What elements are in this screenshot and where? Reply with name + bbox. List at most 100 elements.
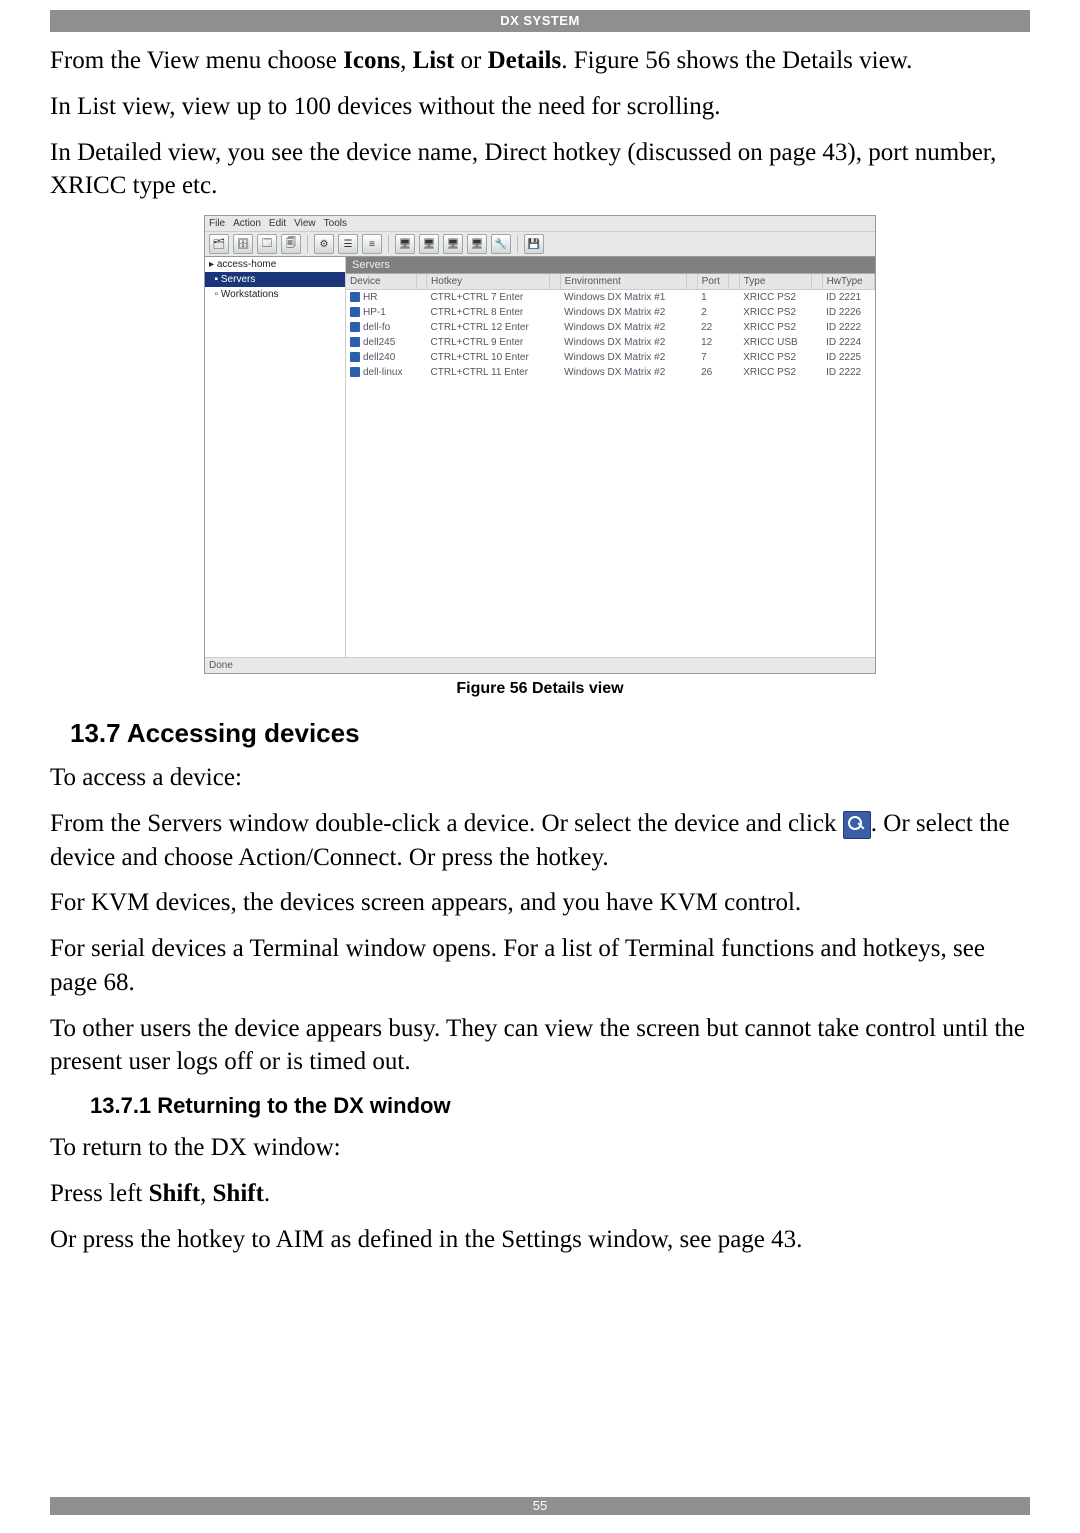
cell-device: dell240	[346, 350, 416, 365]
table-row[interactable]: dell240 CTRL+CTRL 10 Enter Windows DX Matr…	[346, 350, 875, 365]
cell-hw: ID 2222	[822, 320, 874, 335]
cell-type: XRICC PS2	[739, 290, 811, 306]
toolbar-button[interactable]: 🗐	[281, 234, 301, 254]
toolbar-button[interactable]: ⚙	[314, 234, 334, 254]
text-bold: List	[413, 47, 455, 74]
tree-node-servers[interactable]: ▪ Servers	[205, 272, 345, 287]
col-sep	[416, 274, 426, 290]
text: From the View menu choose	[50, 47, 343, 74]
device-icon	[350, 352, 360, 362]
paragraph-busy: To other users the device appears busy. …	[50, 1012, 1030, 1080]
paragraph-serial: For serial devices a Terminal window ope…	[50, 932, 1030, 1000]
toolbar-button[interactable]: 🖥	[419, 234, 439, 254]
tree-node-workstations[interactable]: ▫ Workstations	[205, 287, 345, 302]
paragraph-to-access: To access a device:	[50, 761, 1030, 795]
device-icon	[350, 367, 360, 377]
menu-item[interactable]: Edit	[269, 218, 286, 229]
cell-port: 12	[697, 335, 729, 350]
paragraph-view-menu: From the View menu choose Icons, List or…	[50, 44, 1030, 78]
cell-env: Windows DX Matrix #2	[560, 305, 687, 320]
table-row[interactable]: dell245CTRL+CTRL 9 EnterWindows DX Matri…	[346, 335, 875, 350]
cell-device: HR	[346, 290, 416, 306]
cell-type: XRICC PS2	[739, 320, 811, 335]
col-type[interactable]: Type	[739, 274, 811, 290]
cell-hotkey: CTRL+CTRL 9 Enter	[427, 335, 550, 350]
table-row[interactable]: HRCTRL+CTRL 7 EnterWindows DX Matrix #11…	[346, 290, 875, 306]
figure-screenshot: File Action Edit View Tools 🗂 🗄 🗔 🗐 ⚙ ☰ …	[204, 215, 876, 674]
devices-table: Device Hotkey Environment Port Type HwTy…	[346, 274, 875, 380]
cell-type: XRICC USB	[739, 335, 811, 350]
cell-hotkey: CTRL+CTRL 7 Enter	[427, 290, 550, 306]
table-row[interactable]: dell-foCTRL+CTRL 12 EnterWindows DX Matr…	[346, 320, 875, 335]
col-hotkey[interactable]: Hotkey	[427, 274, 550, 290]
toolbar-button[interactable]: 🗄	[233, 234, 253, 254]
cell-port: 7	[697, 350, 729, 365]
device-icon	[350, 307, 360, 317]
menu-item[interactable]: File	[209, 218, 225, 229]
cell-env: Windows DX Matrix #2	[560, 350, 687, 365]
cell-env: Windows DX Matrix #2	[560, 335, 687, 350]
nav-tree[interactable]: ▸ access-home ▪ Servers ▫ Workstations	[205, 257, 346, 657]
cell-env: Windows DX Matrix #1	[560, 290, 687, 306]
tree-label: Servers	[221, 274, 255, 285]
main-pane: Servers Device Hotkey Environment Port	[346, 257, 875, 657]
paragraph-list-view: In List view, view up to 100 devices wit…	[50, 90, 1030, 124]
text: Press left	[50, 1180, 149, 1207]
text-bold: Shift	[213, 1180, 264, 1207]
toolbar-button[interactable]: ≡	[362, 234, 382, 254]
paragraph-return: To return to the DX window:	[50, 1131, 1030, 1165]
toolbar-separator	[388, 235, 389, 253]
toolbar-button[interactable]: 🗔	[257, 234, 277, 254]
col-port[interactable]: Port	[697, 274, 729, 290]
toolbar-separator	[517, 235, 518, 253]
paragraph-aim: Or press the hotkey to AIM as defined in…	[50, 1223, 1030, 1257]
cell-hw: ID 2221	[822, 290, 874, 306]
cell-port: 2	[697, 305, 729, 320]
toolbar-button[interactable]: 💾	[524, 234, 544, 254]
page-footer: 55	[50, 1497, 1030, 1515]
col-sep	[812, 274, 822, 290]
toolbar-button[interactable]: ☰	[338, 234, 358, 254]
menu-item[interactable]: Tools	[324, 218, 347, 229]
col-hwtype[interactable]: HwType	[822, 274, 874, 290]
cell-hotkey: CTRL+CTRL 10 Enter	[427, 350, 550, 365]
text: ,	[200, 1180, 213, 1207]
cell-hw: ID 2222	[822, 365, 874, 380]
col-device[interactable]: Device	[346, 274, 416, 290]
cell-device: HP-1	[346, 305, 416, 320]
toolbar-button[interactable]: 🖥	[467, 234, 487, 254]
tree-node-root[interactable]: ▸ access-home	[205, 257, 345, 272]
tree-label: access-home	[217, 259, 276, 270]
paragraph-detailed-view: In Detailed view, you see the device nam…	[50, 136, 1030, 204]
cell-hotkey: CTRL+CTRL 11 Enter	[427, 365, 550, 380]
toolbar-button[interactable]: 🗂	[209, 234, 229, 254]
menu-item[interactable]: View	[294, 218, 316, 229]
cell-hotkey: CTRL+CTRL 8 Enter	[427, 305, 550, 320]
heading-returning: 13.7.1 Returning to the DX window	[90, 1093, 1030, 1119]
col-environment[interactable]: Environment	[560, 274, 687, 290]
cell-env: Windows DX Matrix #2	[560, 365, 687, 380]
page-header: DX SYSTEM	[50, 10, 1030, 32]
table-row[interactable]: dell-linux CTRL+CTRL 11 Enter Windows DX M…	[346, 365, 875, 380]
col-sep	[729, 274, 739, 290]
paragraph-press-shift: Press left Shift, Shift.	[50, 1177, 1030, 1211]
pane-title: Servers	[346, 257, 875, 274]
toolbar-button[interactable]: 🖥	[443, 234, 463, 254]
menu-item[interactable]: Action	[233, 218, 261, 229]
text-bold: Shift	[149, 1180, 200, 1207]
col-sep	[550, 274, 560, 290]
toolbar-button[interactable]: 🖥	[395, 234, 415, 254]
connect-icon[interactable]	[843, 811, 871, 839]
cell-type: XRICC PS2	[739, 305, 811, 320]
toolbar-button[interactable]: 🔧	[491, 234, 511, 254]
cell-port: 26	[697, 365, 729, 380]
table-row[interactable]: HP-1 CTRL+CTRL 8 Enter Windows DX Matrix #…	[346, 305, 875, 320]
text: From the Servers window double-click a d…	[50, 810, 843, 837]
cell-env: Windows DX Matrix #2	[560, 320, 687, 335]
cell-hw: ID 2224	[822, 335, 874, 350]
cell-device: dell-linux	[346, 365, 416, 380]
page-number: 55	[50, 1497, 1030, 1515]
text-bold: Icons	[343, 47, 400, 74]
cell-type: XRICC PS2	[739, 350, 811, 365]
cell-device: dell-fo	[346, 320, 416, 335]
